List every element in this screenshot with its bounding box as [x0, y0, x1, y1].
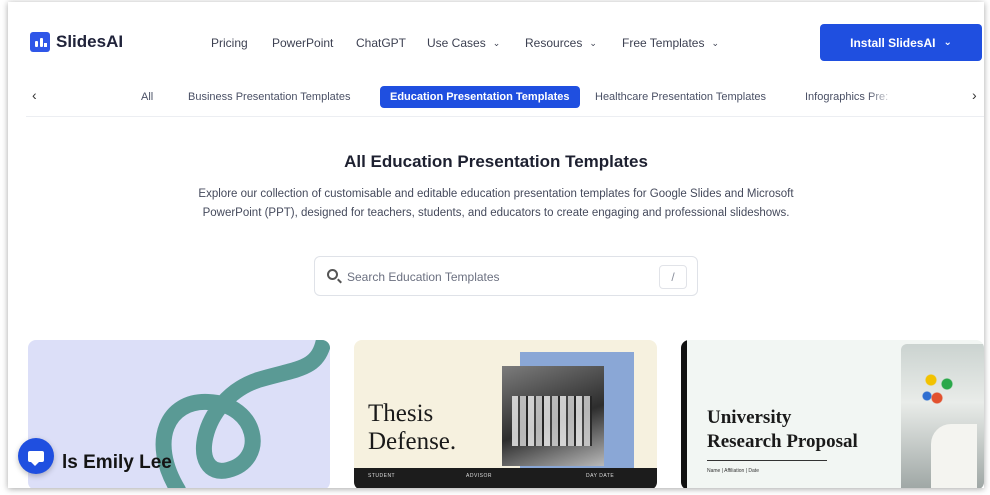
- keyboard-shortcut-badge: /: [659, 265, 687, 289]
- nav-item-free-templates[interactable]: Free Templates ⌄: [622, 36, 719, 50]
- card-title-line2: Research Proposal: [707, 431, 858, 452]
- nav-item-use-cases[interactable]: Use Cases ⌄: [427, 36, 500, 50]
- tab-all[interactable]: All: [141, 86, 153, 108]
- search-icon: [327, 269, 338, 280]
- footer-label: STUDENT: [368, 473, 396, 479]
- molecule-photo: [901, 344, 984, 488]
- nav-item-label: Resources: [525, 36, 583, 50]
- install-slidesai-button[interactable]: Install SlidesAI ⌄: [820, 24, 982, 61]
- chevron-down-icon: ⌄: [589, 37, 597, 48]
- nav-item-label: ChatGPT: [356, 36, 407, 50]
- nav-item-label: Use Cases: [427, 36, 486, 50]
- category-tabs: ‹ All Business Presentation Templates Ed…: [8, 78, 984, 114]
- tab-business[interactable]: Business Presentation Templates: [188, 86, 350, 108]
- nav-item-label: PowerPoint: [272, 36, 334, 50]
- card-title: Thesis Defense.: [368, 400, 456, 456]
- template-card-university-research[interactable]: University Research Proposal Name | Affi…: [681, 340, 984, 488]
- divider: [707, 460, 827, 461]
- card-title-line1: Thesis: [368, 400, 434, 427]
- accent-bar: [681, 340, 687, 488]
- slidesai-logo-icon: [30, 32, 50, 52]
- divider: [26, 116, 984, 117]
- tab-infographics[interactable]: Infographics Pre:: [805, 86, 895, 108]
- chat-icon[interactable]: [18, 438, 54, 474]
- card-meta: Name | Affiliation | Date: [707, 468, 759, 474]
- tab-education[interactable]: Education Presentation Templates: [380, 86, 580, 108]
- nav-item-resources[interactable]: Resources ⌄: [525, 36, 597, 50]
- page-frame: SlidesAI Pricing PowerPoint ChatGPT Use …: [8, 2, 984, 488]
- card-title: ls Emily Lee: [62, 452, 172, 473]
- search-input[interactable]: [347, 267, 637, 287]
- chevron-right-icon[interactable]: ›: [972, 87, 977, 103]
- nav-item-label: Pricing: [211, 36, 248, 50]
- card-title-line1: University: [707, 407, 792, 428]
- card-title: University Research Proposal: [707, 406, 858, 454]
- page-title: All Education Presentation Templates: [344, 152, 648, 171]
- logo[interactable]: SlidesAI: [30, 32, 123, 52]
- nav-item-chatgpt[interactable]: ChatGPT: [356, 36, 406, 50]
- top-navbar: SlidesAI Pricing PowerPoint ChatGPT Use …: [8, 2, 984, 74]
- template-card-emily-lee[interactable]: ls Emily Lee: [28, 340, 330, 488]
- logo-text: SlidesAI: [56, 32, 124, 51]
- nav-item-pricing[interactable]: Pricing: [211, 36, 248, 50]
- nav-item-powerpoint[interactable]: PowerPoint: [272, 36, 333, 50]
- chevron-down-icon: ⌄: [943, 37, 952, 48]
- footer-label: ADVISOR: [466, 473, 493, 479]
- books-photo: [502, 366, 604, 466]
- tab-healthcare[interactable]: Healthcare Presentation Templates: [595, 86, 766, 108]
- chevron-down-icon: ⌄: [711, 37, 720, 48]
- chevron-down-icon: ⌄: [492, 37, 501, 48]
- search-box: /: [314, 256, 698, 296]
- nav-item-label: Free Templates: [622, 36, 705, 50]
- card-footer-bar: STUDENT ADVISOR DAY DATE: [354, 468, 657, 488]
- install-button-label: Install SlidesAI: [850, 35, 936, 50]
- page-description: Explore our collection of customisable a…: [198, 188, 794, 219]
- chevron-left-icon[interactable]: ‹: [32, 87, 37, 103]
- footer-label: DAY DATE: [586, 473, 615, 479]
- template-card-thesis-defense[interactable]: Thesis Defense. STUDENT ADVISOR DAY DATE: [354, 340, 657, 488]
- card-title-line2: Defense.: [368, 428, 457, 455]
